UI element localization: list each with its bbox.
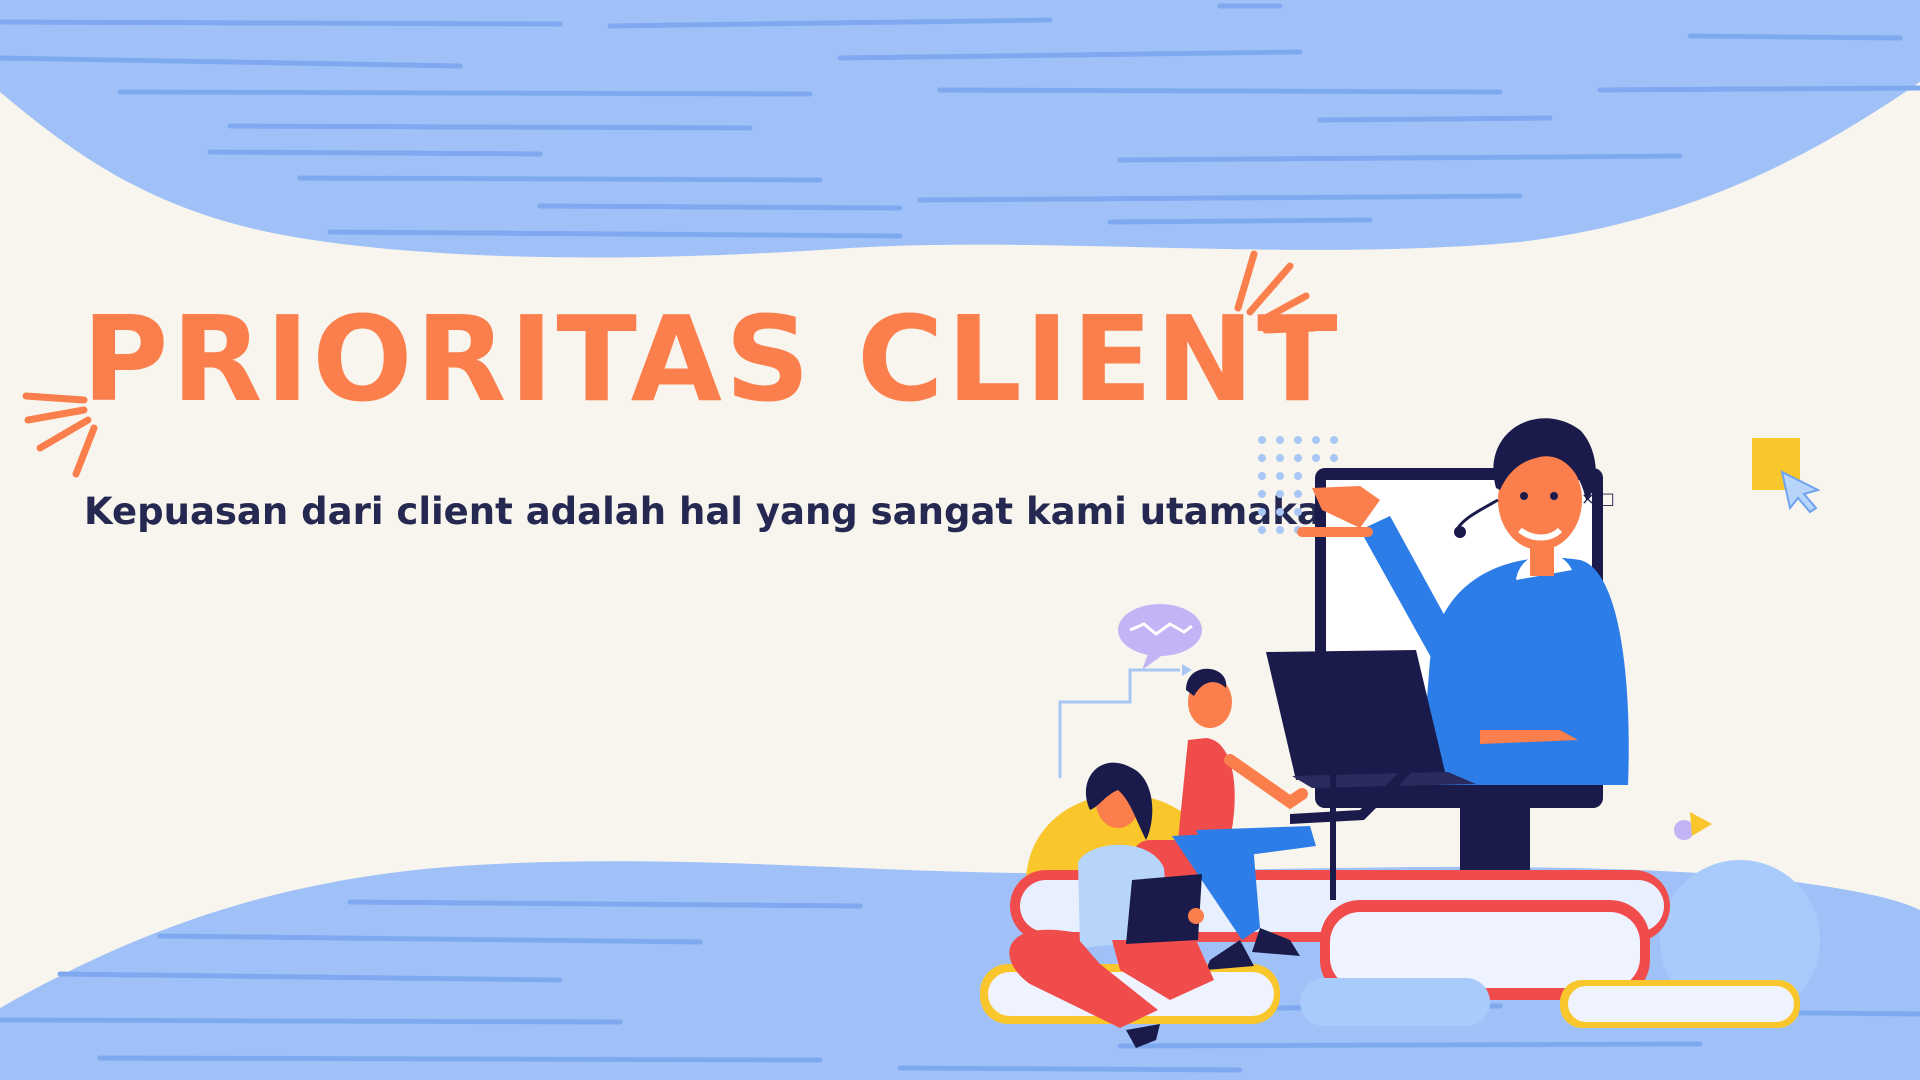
connector-arrow <box>1058 668 1180 778</box>
speech-bubble-icon <box>1118 604 1202 670</box>
support-illustration: _ × □ <box>980 418 1821 1048</box>
play-icon <box>1690 812 1712 836</box>
